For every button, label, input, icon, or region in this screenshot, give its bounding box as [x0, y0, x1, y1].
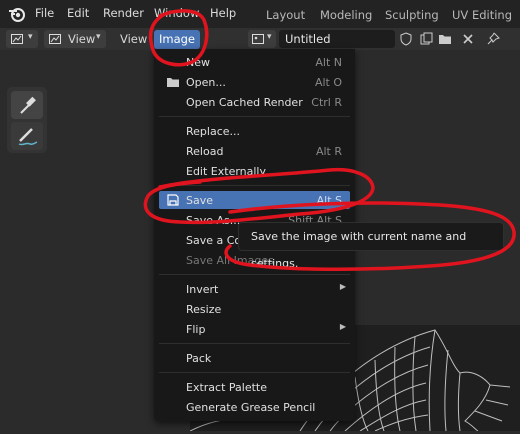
menu-item-label: Open... — [186, 76, 226, 89]
menu-item-label: New — [186, 56, 210, 69]
menu-item-label: Flip — [186, 323, 206, 336]
editor-type-selector[interactable]: ▾ — [6, 30, 38, 48]
shortcut-label: Alt S — [316, 194, 342, 207]
image-editor-header: ▾ View ▾ View Image ▾ Untitled — [0, 28, 520, 50]
menu-item-new[interactable]: New Alt N — [159, 53, 350, 71]
menu-item-label: Resize — [186, 303, 222, 316]
shortcut-label: Ctrl R — [311, 96, 342, 109]
menu-item-open-cached-render[interactable]: Open Cached Render Ctrl R — [159, 93, 350, 111]
tool-annotate[interactable] — [11, 122, 43, 150]
view-mode-label: View — [68, 32, 96, 46]
menu-item-pack[interactable]: Pack — [159, 349, 350, 367]
menu-item-label: Pack — [186, 352, 212, 365]
menu-item-reload[interactable]: Reload Alt R — [159, 142, 350, 160]
menu-help[interactable]: Help — [210, 6, 236, 20]
menu-item-label: Replace... — [186, 125, 241, 138]
menu-image[interactable]: Image — [154, 30, 200, 49]
image-name-field[interactable]: Untitled — [279, 30, 395, 48]
menu-item-flip[interactable]: Flip ▶ — [159, 320, 350, 338]
shortcut-label: Alt N — [315, 56, 342, 69]
menu-window[interactable]: Window — [154, 6, 199, 20]
menu-item-save[interactable]: Save Alt S — [159, 191, 350, 209]
tool-sample[interactable] — [11, 91, 43, 119]
menu-item-label: Save — [186, 194, 214, 207]
tool-shelf — [7, 87, 47, 153]
menu-item-extract-palette[interactable]: Extract Palette — [159, 378, 350, 396]
workspace-tab-layout[interactable]: Layout — [266, 8, 305, 22]
open-folder-icon[interactable] — [437, 31, 453, 47]
editor-type-icon — [11, 34, 23, 44]
menu-item-label: Open Cached Render — [186, 96, 303, 109]
pin-icon[interactable] — [485, 31, 501, 47]
menu-item-open[interactable]: Open... Alt O — [159, 73, 350, 91]
workspace-tab-uv-editing[interactable]: UV Editing — [452, 8, 512, 22]
new-image-copy-icon[interactable] — [418, 31, 434, 47]
menu-file[interactable]: File — [35, 6, 54, 20]
menu-item-replace[interactable]: Replace... — [159, 122, 350, 140]
submenu-arrow-icon: ▶ — [339, 322, 346, 331]
menu-view[interactable]: View — [120, 32, 147, 46]
image-view-icon — [49, 34, 61, 44]
close-icon[interactable] — [460, 31, 476, 47]
shortcut-label: Alt O — [314, 76, 342, 89]
menu-item-label: Edit Externally — [186, 165, 267, 178]
chevron-down-icon: ▾ — [96, 32, 101, 42]
menu-render[interactable]: Render — [103, 6, 144, 20]
menu-separator — [159, 372, 350, 373]
submenu-arrow-icon: ▶ — [339, 282, 346, 291]
menu-item-label: Extract Palette — [186, 381, 267, 394]
browse-image-button[interactable]: ▾ — [248, 30, 276, 48]
menu-item-invert[interactable]: Invert ▶ — [159, 280, 350, 298]
view-mode-selector[interactable]: View ▾ — [44, 30, 106, 48]
menu-item-label: Generate Grease Pencil — [186, 401, 316, 414]
chevron-down-icon: ▾ — [28, 32, 33, 42]
menu-item-edit-externally[interactable]: Edit Externally — [159, 162, 350, 180]
top-bar: File Edit Render Window Help Layout Mode… — [0, 0, 520, 28]
workspace-tab-sculpting[interactable]: Sculpting — [385, 8, 439, 22]
save-tooltip: Save the image with current name and set… — [238, 222, 504, 270]
eyedropper-icon — [20, 96, 36, 114]
menu-item-label: Save As... — [186, 214, 241, 227]
fake-user-shield-icon[interactable] — [398, 31, 414, 47]
menu-separator — [159, 185, 350, 186]
chevron-down-icon: ▾ — [267, 32, 272, 42]
menu-separator — [159, 343, 350, 344]
menu-item-label: Invert — [186, 283, 219, 296]
shortcut-label: Alt R — [315, 145, 342, 158]
menu-edit[interactable]: Edit — [67, 6, 89, 20]
menu-item-resize[interactable]: Resize — [159, 300, 350, 318]
menu-separator — [159, 116, 350, 117]
menu-item-generate-grease-pencil[interactable]: Generate Grease Pencil — [159, 398, 350, 416]
save-icon — [167, 194, 179, 206]
workspace-tab-modeling[interactable]: Modeling — [320, 8, 372, 22]
image-browse-icon — [252, 34, 264, 44]
folder-icon — [167, 78, 179, 87]
menu-item-label: Reload — [186, 145, 224, 158]
annotate-pen-icon — [18, 128, 38, 146]
blender-logo-icon[interactable] — [8, 5, 26, 23]
